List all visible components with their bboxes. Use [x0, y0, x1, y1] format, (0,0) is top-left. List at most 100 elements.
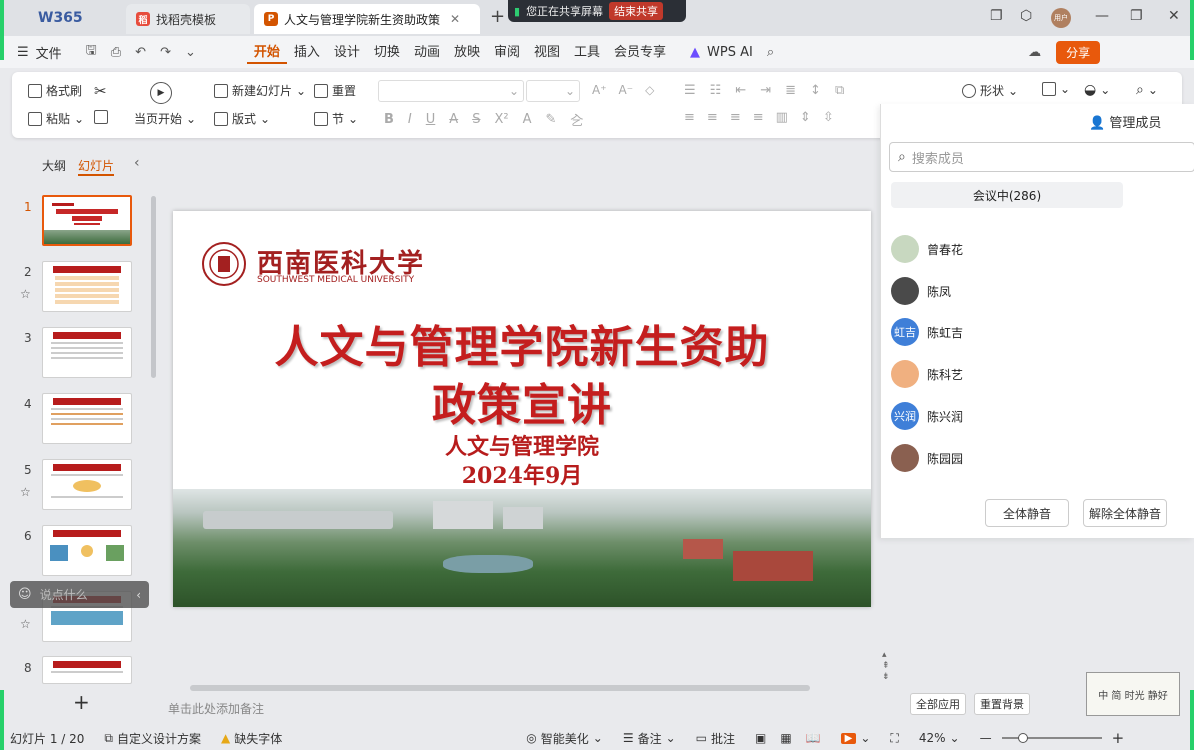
- close-window-icon[interactable]: ✕: [1168, 8, 1180, 24]
- close-tab-icon[interactable]: ✕: [450, 12, 460, 26]
- slide-thumbnail-3[interactable]: [42, 327, 132, 378]
- highlight-icon[interactable]: ✎: [545, 112, 556, 127]
- menu-view[interactable]: 视图: [527, 41, 567, 64]
- tab-outline[interactable]: 大纲: [42, 157, 66, 174]
- menu-review[interactable]: 审阅: [487, 41, 527, 64]
- slide-thumbnail-5[interactable]: [42, 459, 132, 510]
- tab-in-meeting[interactable]: 会议中(286): [891, 182, 1123, 208]
- bold-icon[interactable]: B: [384, 112, 394, 127]
- horizontal-scrollbar[interactable]: [170, 684, 870, 692]
- design-scheme-button[interactable]: ⧉ 自定义设计方案: [94, 730, 211, 747]
- scroll-nav-icons[interactable]: ▴ ⇞ ⇟: [882, 650, 890, 683]
- menu-transition[interactable]: 切换: [367, 41, 407, 64]
- justify-icon[interactable]: ≡: [753, 110, 764, 125]
- superscript-icon[interactable]: X²: [494, 112, 508, 127]
- apply-all-button[interactable]: 全部应用: [910, 693, 966, 715]
- sidebar-scrollbar[interactable]: [151, 196, 156, 378]
- slide-thumbnail-1[interactable]: [42, 195, 132, 246]
- cut-icon[interactable]: ✂: [94, 82, 107, 100]
- format-painter-button[interactable]: 格式刷: [28, 82, 82, 99]
- new-tab-icon[interactable]: +: [490, 6, 505, 27]
- slide-thumbnail-8[interactable]: [42, 656, 132, 684]
- minimize-icon[interactable]: —: [1095, 8, 1109, 24]
- wps-ai-button[interactable]: WPS AI: [707, 45, 760, 60]
- collapse-sidebar-icon[interactable]: ‹: [134, 155, 140, 171]
- decrease-font-icon[interactable]: A⁻: [619, 83, 634, 97]
- member-item[interactable]: 陈园园: [891, 444, 963, 472]
- hamburger-icon[interactable]: ☰: [10, 45, 36, 60]
- new-slide-button[interactable]: 新建幻灯片 ⌄: [214, 82, 306, 99]
- copy-icon[interactable]: [94, 110, 108, 124]
- mute-all-button[interactable]: 全体静音: [985, 499, 1069, 527]
- missing-font-button[interactable]: ▲ 缺失字体: [211, 730, 292, 747]
- slide-thumbnail-4[interactable]: [42, 393, 132, 444]
- shadow-icon[interactable]: S: [472, 112, 480, 127]
- fit-window-icon[interactable]: ⛶: [880, 731, 908, 746]
- font-size-select[interactable]: ⌄: [526, 80, 580, 102]
- app-logo[interactable]: W365: [38, 10, 83, 26]
- clear-format-icon[interactable]: ◇: [645, 83, 654, 97]
- italic-icon[interactable]: I: [408, 112, 412, 127]
- align-left-icon[interactable]: ≡: [684, 110, 695, 125]
- menu-tools[interactable]: 工具: [567, 41, 607, 64]
- end-share-button[interactable]: 结束共享: [609, 2, 664, 20]
- distribute-icon[interactable]: ⇳: [823, 110, 834, 125]
- menu-file[interactable]: 文件: [36, 43, 69, 62]
- zoom-select[interactable]: 42% ⌄: [909, 731, 970, 745]
- zoom-in-icon[interactable]: +: [1102, 729, 1135, 747]
- play-slideshow-button[interactable]: ▶ ⌄: [831, 731, 881, 745]
- reset-background-button[interactable]: 重置背景: [974, 693, 1030, 715]
- comments-button[interactable]: ▭ 批注: [686, 730, 745, 747]
- member-item[interactable]: 曾春花: [891, 235, 963, 263]
- increase-font-icon[interactable]: A⁺: [592, 83, 607, 97]
- member-item[interactable]: 陈科艺: [891, 360, 963, 388]
- spacing-icon[interactable]: 㐈: [570, 110, 583, 129]
- slide-thumbnail-6[interactable]: [42, 525, 132, 576]
- play-from-current-button[interactable]: 当页开始 ⌄: [134, 110, 196, 127]
- star-icon[interactable]: ☆: [20, 485, 31, 499]
- menu-slideshow[interactable]: 放映: [447, 41, 487, 64]
- picture-button[interactable]: ⌄: [1042, 82, 1070, 96]
- find-button[interactable]: ⌕ ⌄: [1136, 82, 1158, 98]
- menu-home[interactable]: 开始: [246, 41, 287, 64]
- paste-button[interactable]: 粘贴 ⌄: [28, 110, 84, 127]
- outdent-icon[interactable]: ⇤: [735, 83, 746, 98]
- add-slide-icon[interactable]: +: [73, 690, 90, 714]
- notes-button[interactable]: ☰ 备注 ⌄: [613, 730, 686, 747]
- reset-button[interactable]: 重置: [314, 82, 356, 99]
- tab-document[interactable]: P 人文与管理学院新生资助政策 ✕: [254, 4, 480, 34]
- font-family-select[interactable]: ⌄: [378, 80, 524, 102]
- beautify-button[interactable]: ◎ 智能美化 ⌄: [516, 730, 613, 747]
- section-button[interactable]: 节 ⌄: [314, 110, 358, 127]
- numbered-list-icon[interactable]: ☷: [710, 83, 722, 98]
- indent-icon[interactable]: ⇥: [760, 83, 771, 98]
- zoom-out-icon[interactable]: —: [970, 731, 1002, 745]
- vertical-align-icon[interactable]: ⇕: [800, 110, 811, 125]
- normal-view-icon[interactable]: ▣: [755, 731, 766, 745]
- star-icon[interactable]: ☆: [20, 287, 31, 301]
- columns-icon[interactable]: ▥: [776, 110, 788, 125]
- collapse-icon[interactable]: ‹: [136, 588, 141, 602]
- redo-icon[interactable]: ↷: [153, 45, 178, 60]
- more-icon[interactable]: ⌄: [178, 45, 203, 60]
- notes-placeholder[interactable]: 单击此处添加备注: [168, 700, 264, 717]
- cube-icon[interactable]: ⬡: [1020, 8, 1032, 24]
- window-mode-icon[interactable]: ❐: [990, 8, 1003, 24]
- bullet-list-icon[interactable]: ☰: [684, 83, 696, 98]
- slide-canvas[interactable]: 西南医科大学 SOUTHWEST MEDICAL UNIVERSITY 人文与管…: [173, 211, 871, 607]
- member-item[interactable]: 兴润 陈兴润: [891, 402, 963, 430]
- reading-view-icon[interactable]: 📖: [806, 731, 821, 745]
- cloud-upload-icon[interactable]: ☁: [1021, 45, 1048, 60]
- strikethrough-icon[interactable]: A: [449, 112, 458, 127]
- line-spacing-icon[interactable]: ↕: [810, 83, 821, 98]
- save-icon[interactable]: 🖫: [79, 41, 104, 63]
- member-item[interactable]: 虹吉 陈虹吉: [891, 318, 963, 346]
- text-direction-icon[interactable]: ≣: [785, 83, 796, 98]
- user-avatar[interactable]: 用户: [1051, 8, 1071, 28]
- unmute-all-button[interactable]: 解除全体静音: [1083, 499, 1167, 527]
- undo-icon[interactable]: ↶: [128, 45, 153, 60]
- star-icon[interactable]: ☆: [20, 617, 31, 631]
- underline-icon[interactable]: U: [426, 112, 436, 127]
- convert-icon[interactable]: ⧉: [835, 83, 844, 98]
- member-item[interactable]: 陈凤: [891, 277, 951, 305]
